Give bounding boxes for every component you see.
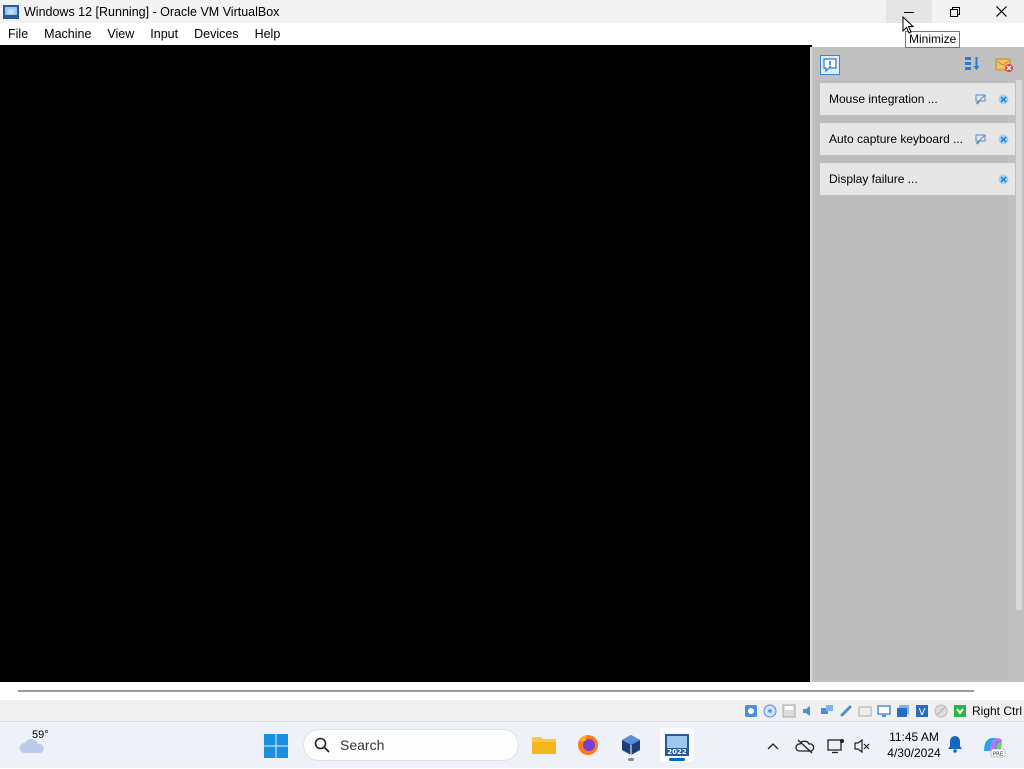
recording-icon[interactable]	[895, 703, 911, 719]
notification-bell-icon[interactable]	[947, 735, 965, 755]
svg-text:W: W	[8, 9, 14, 16]
windows-logo-icon	[264, 734, 288, 758]
search-placeholder: Search	[340, 737, 385, 753]
windows-taskbar: 59° Search 2022 11:45 AM 4/30/2024 PRE	[0, 721, 1024, 768]
clock-time: 11:45 AM	[889, 730, 939, 744]
weather-temperature: 59°	[32, 729, 49, 741]
optical-drive-icon[interactable]	[762, 703, 778, 719]
speaker-muted-icon[interactable]	[852, 736, 872, 756]
taskbar-clock[interactable]: 11:45 AM 4/30/2024	[880, 729, 948, 761]
notification-center: Mouse integration ... Auto capture keybo…	[810, 47, 1024, 695]
notification-label: Auto capture keyboard ...	[829, 132, 964, 146]
menu-devices[interactable]: Devices	[186, 23, 246, 45]
system-tray	[763, 722, 872, 769]
vm-window-icon: 2022	[665, 734, 689, 756]
search-icon	[314, 737, 330, 753]
taskbar-search[interactable]: Search	[303, 729, 519, 761]
scrollbar-thumb[interactable]	[18, 690, 974, 692]
dismiss-all-icon[interactable]	[994, 55, 1014, 78]
minimize-icon	[904, 11, 914, 13]
close-notification-icon[interactable]	[998, 134, 1009, 145]
onedrive-offline-icon[interactable]	[795, 736, 815, 756]
notification-label: Display failure ...	[829, 172, 918, 186]
active-indicator	[669, 758, 685, 761]
close-button[interactable]	[978, 0, 1024, 23]
start-button[interactable]	[263, 733, 289, 759]
suppress-message-icon[interactable]	[975, 134, 986, 145]
copilot-icon[interactable]: PRE	[980, 733, 1006, 759]
mouse-integration-icon[interactable]	[933, 703, 949, 719]
folder-icon	[532, 737, 556, 754]
firefox-icon	[578, 735, 598, 755]
svg-text:V: V	[919, 707, 926, 718]
display-icon[interactable]	[876, 703, 892, 719]
host-key-label: Right Ctrl	[971, 703, 1022, 718]
horizontal-scrollbar[interactable]	[0, 682, 1024, 700]
show-hidden-icons-chevron-icon[interactable]	[763, 736, 783, 756]
vt-x-icon[interactable]: V	[914, 703, 930, 719]
menu-view[interactable]: View	[99, 23, 142, 45]
file-explorer-button[interactable]	[527, 728, 561, 762]
title-bar[interactable]: W Windows 12 [Running] - Oracle VM Virtu…	[0, 0, 1024, 23]
host-key-icon[interactable]	[952, 703, 968, 719]
notification-label: Mouse integration ...	[829, 92, 938, 106]
weather-widget[interactable]: 59°	[18, 729, 58, 761]
network-icon[interactable]	[819, 703, 835, 719]
notification-item-display-failure[interactable]: Display failure ...	[820, 163, 1015, 195]
windows-12-vm-button[interactable]: 2022	[660, 728, 694, 762]
virtualbox-icon	[622, 735, 640, 755]
sort-icon[interactable]	[964, 55, 982, 76]
vm-display[interactable]	[0, 45, 812, 682]
menu-help[interactable]: Help	[247, 23, 289, 45]
firefox-button[interactable]	[571, 728, 605, 762]
close-notification-icon[interactable]	[998, 94, 1009, 105]
menu-machine[interactable]: Machine	[36, 23, 99, 45]
vm-status-bar: V Right Ctrl	[0, 700, 1024, 721]
audio-icon[interactable]	[800, 703, 816, 719]
svg-text:2022: 2022	[667, 748, 687, 756]
mouse-cursor-icon	[902, 15, 915, 37]
restore-button[interactable]	[932, 0, 978, 23]
suppress-message-icon[interactable]	[975, 94, 986, 105]
hard-disk-icon[interactable]	[743, 703, 759, 719]
menu-bar: File Machine View Input Devices Help	[0, 23, 1024, 45]
virtualbox-button[interactable]	[614, 728, 648, 762]
shared-folders-icon[interactable]	[857, 703, 873, 719]
network-display-icon[interactable]	[826, 736, 846, 756]
svg-text:PRE: PRE	[993, 752, 1004, 758]
window-title: Windows 12 [Running] - Oracle VM Virtual…	[24, 4, 280, 19]
close-icon	[995, 6, 1007, 17]
clock-date: 4/30/2024	[887, 746, 941, 760]
usb-icon[interactable]	[838, 703, 854, 719]
notification-item-auto-capture-keyboard[interactable]: Auto capture keyboard ...	[820, 123, 1015, 155]
notification-center-toggle-icon[interactable]	[820, 55, 840, 78]
floppy-icon[interactable]	[781, 703, 797, 719]
virtualbox-app-icon: W	[3, 4, 19, 20]
notification-item-mouse-integration[interactable]: Mouse integration ...	[820, 83, 1015, 115]
menu-file[interactable]: File	[0, 23, 36, 45]
notification-scrollbar[interactable]	[1016, 80, 1022, 610]
close-notification-icon[interactable]	[998, 174, 1009, 185]
menu-input[interactable]: Input	[142, 23, 186, 45]
restore-icon	[950, 6, 960, 17]
running-indicator	[628, 758, 634, 761]
